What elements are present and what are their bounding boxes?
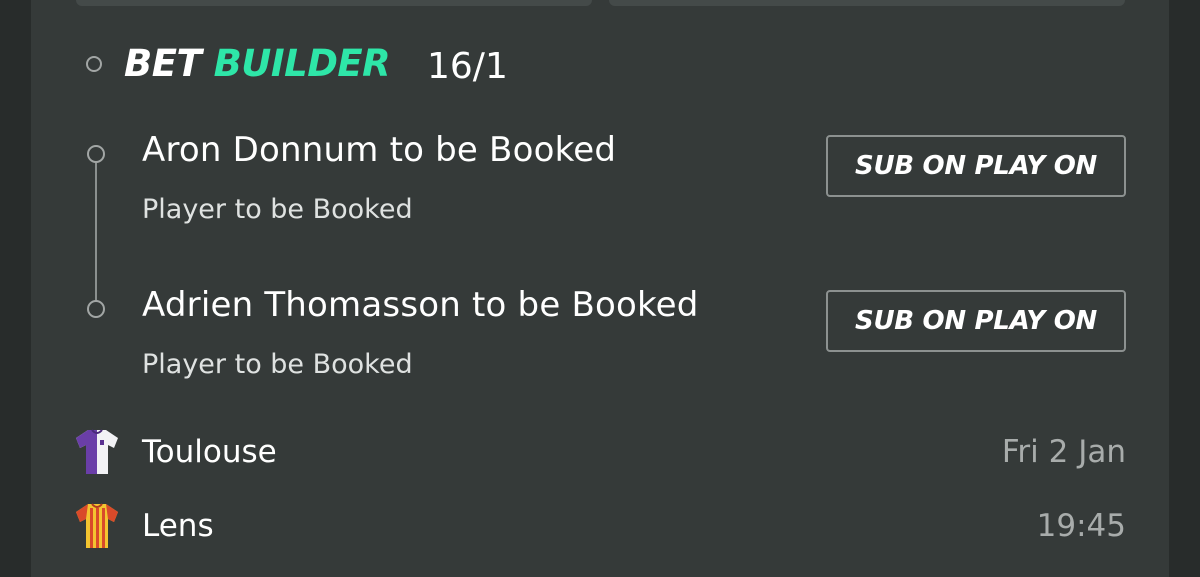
away-team-name: Lens: [142, 508, 214, 544]
leg-marker-icon: [87, 300, 105, 318]
yellow-red-shirt-icon: [76, 503, 118, 548]
purple-white-shirt-icon: [76, 429, 118, 474]
away-team-row: Lens 19:45: [74, 502, 1126, 550]
sub-on-play-on-button[interactable]: SUB ON PLAY ON: [826, 135, 1126, 197]
bet-builder-odds: 16/1: [427, 46, 508, 87]
leg-market: Player to be Booked: [142, 349, 413, 380]
bet-builder-marker-icon: [86, 56, 102, 72]
home-team-name: Toulouse: [142, 434, 277, 470]
legs-connector-line: [95, 163, 97, 303]
leg-title: Aron Donnum to be Booked: [142, 130, 617, 170]
bet-builder-label-bet: BET: [124, 42, 202, 85]
leg-marker-icon: [87, 145, 105, 163]
leg-market: Player to be Booked: [142, 194, 413, 225]
top-right-button[interactable]: [609, 0, 1125, 6]
sub-on-play-on-button[interactable]: SUB ON PLAY ON: [826, 290, 1126, 352]
match-date: Fri 2 Jan: [1001, 434, 1126, 470]
home-team-row: Toulouse Fri 2 Jan: [74, 428, 1126, 476]
leg-title: Adrien Thomasson to be Booked: [142, 285, 699, 325]
bet-builder-title: BET BUILDER: [124, 42, 391, 85]
match-time: 19:45: [1036, 508, 1126, 544]
bet-builder-label-builder: BUILDER: [213, 42, 391, 85]
top-left-button[interactable]: [76, 0, 592, 6]
